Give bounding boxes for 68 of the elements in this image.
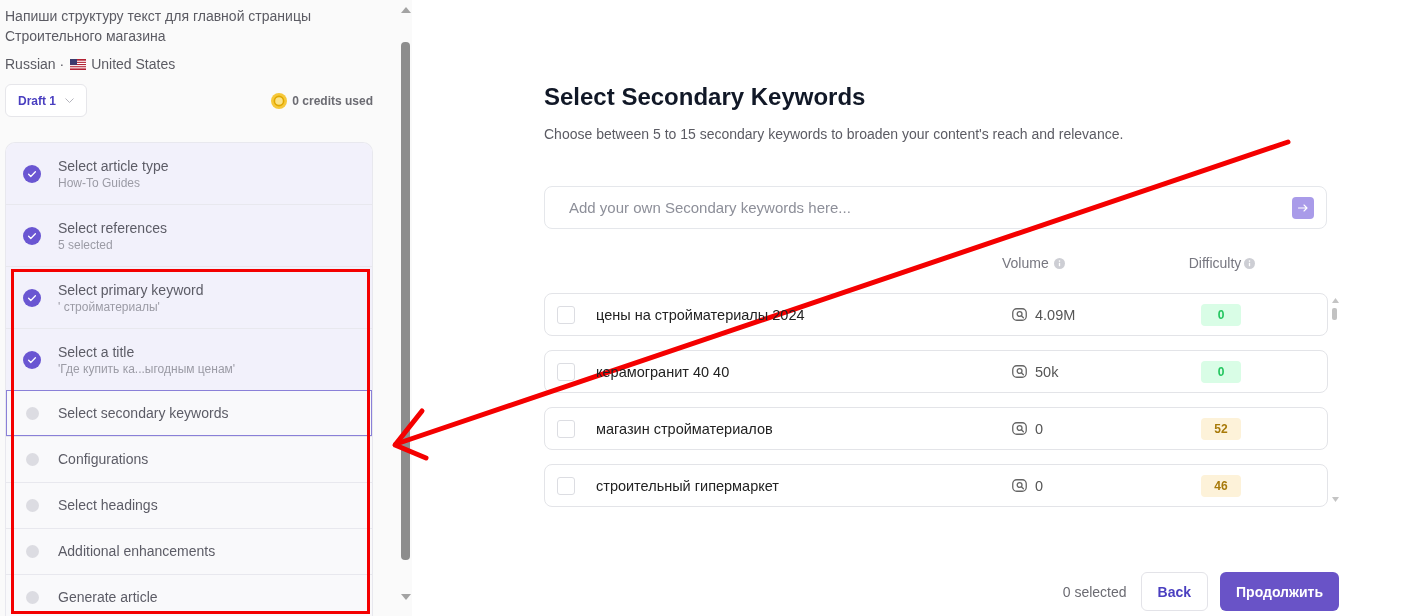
info-icon: [1244, 257, 1256, 269]
back-button[interactable]: Back: [1140, 572, 1209, 611]
info-icon: [1053, 257, 1065, 269]
step-item[interactable]: Configurations: [6, 436, 372, 482]
magnifier-icon: [1012, 422, 1027, 435]
step-title: Select headings: [58, 496, 158, 515]
difficulty-badge: 0: [1201, 303, 1241, 326]
continue-button[interactable]: Продолжить: [1220, 572, 1339, 611]
scrollbar-thumb[interactable]: [1332, 308, 1337, 320]
volume-value: 50k: [1035, 363, 1059, 380]
keyword-row[interactable]: строительный гипермаркет 0 46: [544, 464, 1328, 507]
step-item[interactable]: Select references 5 selected: [6, 204, 372, 266]
step-subtitle: How-To Guides: [58, 175, 142, 191]
magnifier-icon: [1012, 479, 1027, 492]
coin-icon: [271, 92, 288, 109]
scrollbar-thumb[interactable]: [401, 42, 410, 560]
credits-label: 0 credits used: [292, 93, 373, 108]
volume-value: 4.09M: [1035, 306, 1076, 323]
page-description: Choose between 5 to 15 secondary keywords to broaden your content's reach and relevance.: [544, 125, 1125, 144]
step-subtitle: 5 selected: [58, 237, 114, 253]
step-subtitle: ' стройматериалы': [58, 299, 161, 315]
step-item[interactable]: Select secondary keywords: [6, 390, 372, 436]
keyword-input[interactable]: Add your own Secondary keywords here...: [544, 186, 1327, 229]
draft-dropdown[interactable]: Draft 1: [5, 84, 87, 117]
chevron-down-icon: [65, 98, 74, 103]
step-item[interactable]: Select article type How-To Guides: [6, 143, 372, 204]
step-title: Select a title: [58, 342, 136, 362]
column-header: Difficulty: [1188, 255, 1242, 271]
arrow-right-icon: [1298, 204, 1308, 212]
difficulty-badge: 0: [1201, 360, 1241, 383]
checkbox[interactable]: [557, 305, 575, 324]
scroll-up-icon[interactable]: [401, 7, 411, 13]
column-header: Volume: [1002, 255, 1049, 271]
language-label: Russian ·: [5, 56, 65, 72]
magnifier-icon: [1012, 365, 1027, 378]
step-title: Additional enhancements: [58, 542, 216, 561]
scroll-up-icon[interactable]: [1332, 298, 1339, 303]
prompt-text: Напиши структуру текст для главной страницы Строительного магазина: [5, 7, 312, 46]
checkbox[interactable]: [557, 476, 575, 495]
step-title: Select secondary keywords: [58, 404, 229, 423]
step-item[interactable]: Generate article: [6, 574, 372, 616]
country-label: United States: [91, 56, 176, 72]
step-title: Select references: [58, 218, 167, 238]
difficulty-badge: 52: [1201, 417, 1241, 440]
keyword-text: магазин стройматериалов: [596, 420, 773, 437]
magnifier-icon: [1012, 308, 1027, 321]
scroll-down-icon[interactable]: [1332, 497, 1339, 502]
step-item[interactable]: Select a title 'Где купить ка...ыгодным ценам': [6, 328, 372, 390]
submit-button[interactable]: [1292, 197, 1314, 219]
step-title: Configurations: [58, 450, 149, 469]
step-title: Select article type: [58, 156, 169, 176]
step-title: Select primary keyword: [58, 280, 204, 300]
volume-value: 0: [1035, 477, 1044, 494]
selection-count: 0 selected: [1062, 583, 1127, 600]
page-title: Select Secondary Keywords: [544, 82, 867, 112]
step-item[interactable]: Select headings: [6, 482, 372, 528]
scroll-down-icon[interactable]: [401, 594, 411, 600]
volume-value: 0: [1035, 420, 1044, 437]
flag-icon: [70, 58, 87, 70]
step-item[interactable]: Select primary keyword ' стройматериалы': [6, 266, 372, 328]
checkbox[interactable]: [557, 419, 575, 438]
checkbox[interactable]: [557, 362, 575, 381]
step-subtitle: 'Где купить ка...ыгодным ценам': [58, 361, 236, 377]
difficulty-badge: 46: [1201, 474, 1241, 497]
keyword-text: строительный гипермаркет: [596, 477, 779, 494]
step-title: Generate article: [58, 588, 158, 607]
keyword-row[interactable]: магазин стройматериалов 0 52: [544, 407, 1328, 450]
step-item[interactable]: Additional enhancements: [6, 528, 372, 574]
